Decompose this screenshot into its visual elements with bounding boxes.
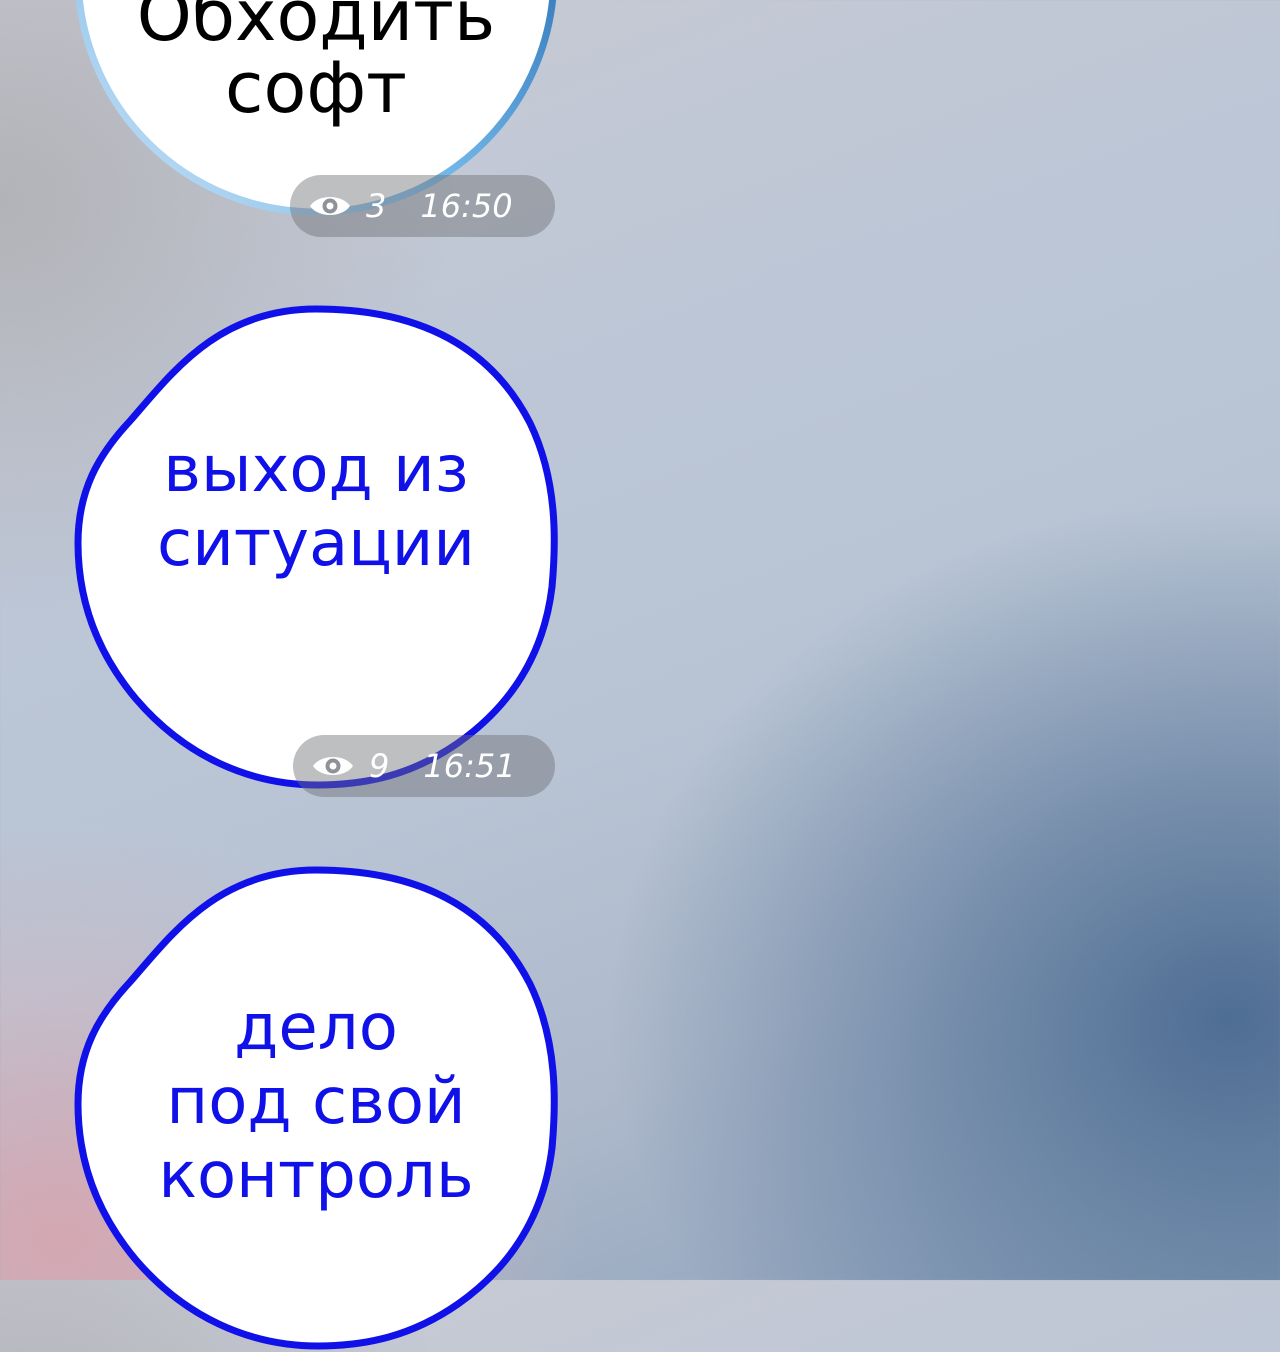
message-text: дело под свой контроль bbox=[158, 991, 474, 1213]
message-meta: 3 16:50 bbox=[290, 175, 555, 237]
message-time: 16:50 bbox=[420, 187, 513, 225]
message-text: выход из ситуации bbox=[157, 433, 475, 581]
message-meta: 9 16:51 bbox=[293, 735, 555, 797]
round-bubble[interactable]: выход из ситуации bbox=[72, 303, 560, 791]
views-count: 3 bbox=[366, 187, 387, 225]
eye-icon bbox=[310, 197, 350, 215]
views-count: 9 bbox=[369, 747, 390, 785]
message-text: Обходить софт bbox=[136, 0, 496, 129]
message-feed: Обходить софт 3 16:50 выход из ситуации bbox=[0, 0, 1280, 1350]
round-bubble[interactable]: дело под свой контроль bbox=[72, 864, 560, 1352]
eye-icon bbox=[313, 757, 353, 775]
message-time: 16:51 bbox=[423, 747, 516, 785]
